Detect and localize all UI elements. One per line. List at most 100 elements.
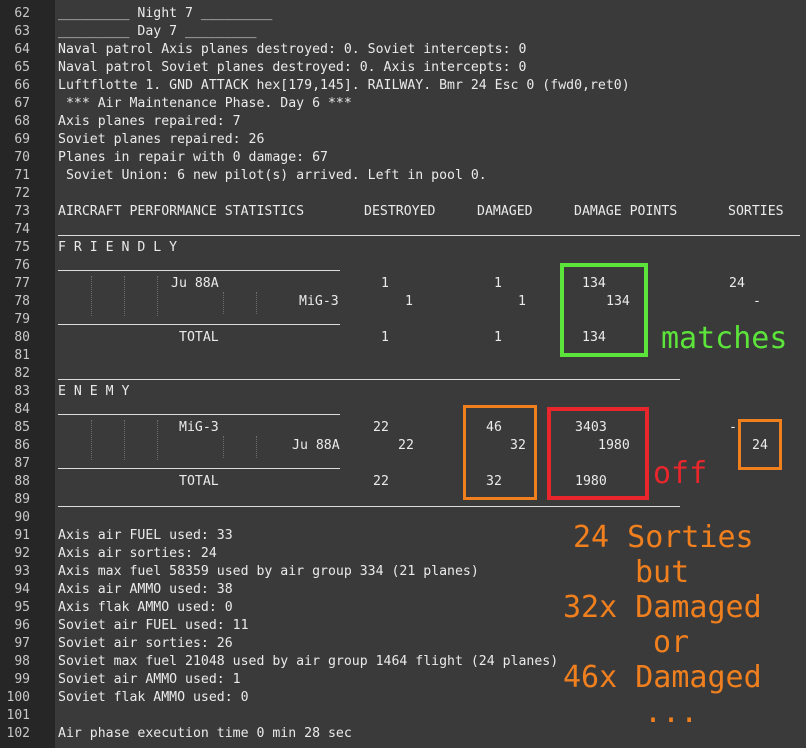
log-line: Naval patrol Soviet planes destroyed: 0.… [58,60,527,75]
enemy-row1-sorties: - [729,420,737,435]
enemy-row1-destroyed: 22 [373,420,389,435]
line-number: 66 [14,78,30,93]
line-number: 83 [14,384,30,399]
match-highlight-box [560,263,648,357]
friendly-row2-sorties: - [753,294,761,309]
annotation-note: 46x Damaged [563,660,762,695]
divider [58,324,340,325]
line-number: 71 [14,168,30,183]
line-number: 65 [14,60,30,75]
friendly-row2-damaged: 1 [518,294,526,309]
line-number: 64 [14,42,30,57]
log-line: *** Air Maintenance Phase. Day 6 *** [58,96,352,111]
line-number: 97 [14,636,30,651]
annotation-note: 24 Sorties [573,520,754,555]
line-number: 69 [14,132,30,147]
line-number: 70 [14,150,30,165]
log-line: Axis air sorties: 24 [58,546,217,561]
annotation-off: off [653,456,708,491]
line-number: 101 [6,708,30,723]
annotation-note: or [653,625,690,660]
line-number: 77 [14,276,30,291]
line-number: 81 [14,348,30,363]
log-line: Luftflotte 1. GND ATTACK hex[179,145]. R… [58,78,630,93]
section-enemy-label: E N E M Y [58,384,130,399]
line-number: 72 [14,186,30,201]
friendly-total-destroyed: 1 [381,330,389,345]
mismatch-highlight-box [547,407,649,500]
line-number: 92 [14,546,30,561]
friendly-row1-name: Ju 88A [171,276,219,291]
log-line: Planes in repair with 0 damage: 67 [58,150,328,165]
line-number: 91 [14,528,30,543]
line-number: 86 [14,438,30,453]
log-line: Naval patrol Axis planes destroyed: 0. S… [58,42,527,57]
line-number: 67 [14,96,30,111]
line-number: 99 [14,672,30,687]
friendly-row2-destroyed: 1 [405,294,413,309]
log-line: Air phase execution time 0 min 28 sec [58,726,352,741]
line-number: 94 [14,582,30,597]
line-number: 68 [14,114,30,129]
friendly-total-label: TOTAL [179,330,219,345]
enemy-row2-name: Ju 88A [292,438,340,453]
log-line: Soviet air FUEL used: 11 [58,618,249,633]
section-friendly-label: F R I E N D L Y [58,240,178,255]
log-line: Soviet planes repaired: 26 [58,132,265,147]
line-number: 93 [14,564,30,579]
line-number: 80 [14,330,30,345]
line-number: 74 [14,222,30,237]
line-number: 100 [6,690,30,705]
damaged-highlight-box [463,405,537,500]
enemy-total-destroyed: 22 [373,474,389,489]
log-line: Soviet air sorties: 26 [58,636,233,651]
friendly-total-damaged: 1 [494,330,502,345]
divider [58,379,680,380]
line-number: 82 [14,366,30,381]
col-header-damage-points: DAMAGE POINTS [574,204,678,219]
divider [58,414,340,415]
line-number: 98 [14,654,30,669]
log-line: Axis max fuel 58359 used by air group 33… [58,564,479,579]
log-line: Axis flak AMMO used: 0 [58,600,233,615]
log-line: Axis planes repaired: 7 [58,114,241,129]
enemy-row1-name: MiG-3 [179,420,219,435]
log-line: Soviet air AMMO used: 1 [58,672,241,687]
friendly-row2-name: MiG-3 [299,294,339,309]
tree-guide [223,292,225,314]
annotation-note: 32x Damaged [563,590,762,625]
col-header-sorties: SORTIES [728,204,784,219]
log-night-header: _________ Night 7 _________ [58,6,273,21]
tree-guide [223,436,225,458]
line-number: 102 [6,726,30,741]
line-number: 90 [14,510,30,525]
tree-guide [157,276,159,316]
col-header-damaged: DAMAGED [477,204,533,219]
line-number: 96 [14,618,30,633]
line-number: 89 [14,492,30,507]
tree-guide [256,436,258,458]
line-number: 75 [14,240,30,255]
line-number: 88 [14,474,30,489]
enemy-row2-destroyed: 22 [398,438,414,453]
annotation-matches: matches [661,321,788,356]
divider [58,270,340,271]
col-header-destroyed: DESTROYED [364,204,436,219]
line-number: 63 [14,24,30,39]
tree-guide [91,276,93,316]
divider [58,468,340,469]
line-number: 78 [14,294,30,309]
log-line: Axis air FUEL used: 33 [58,528,233,543]
log-day-header: _________ Day 7 _________ [58,24,257,39]
line-number: 76 [14,258,30,273]
divider [58,235,800,236]
line-number: 85 [14,420,30,435]
tree-guide [124,276,126,316]
line-number: 95 [14,600,30,615]
line-number: 73 [14,204,30,219]
friendly-row1-destroyed: 1 [381,276,389,291]
log-line: Soviet Union: 6 new pilot(s) arrived. Le… [58,168,487,183]
log-line: Soviet flak AMMO used: 0 [58,690,249,705]
log-line: Axis air AMMO used: 38 [58,582,233,597]
friendly-row1-sorties: 24 [729,276,745,291]
